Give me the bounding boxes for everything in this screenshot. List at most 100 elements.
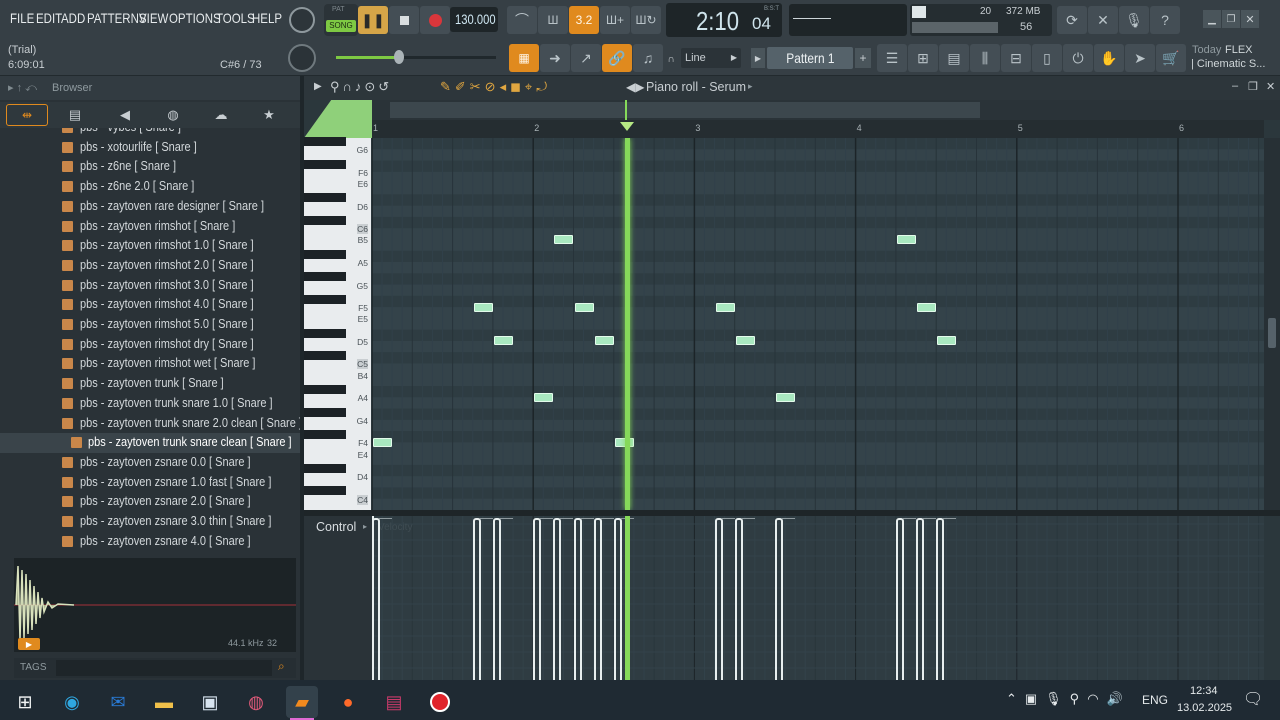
menu-file[interactable]: FILE (10, 10, 34, 26)
black-key[interactable] (304, 463, 346, 473)
velocity-bar[interactable] (372, 516, 374, 680)
velocity-bar[interactable] (472, 518, 481, 680)
browser-item[interactable]: pbs - zaytoven zsnare 4.0 [ Snare ] (0, 532, 300, 552)
velocity-bar[interactable] (593, 518, 602, 680)
slide-tool-button[interactable]: ↗ (571, 44, 601, 72)
velocity-bar[interactable] (895, 518, 904, 680)
firefox-app[interactable]: ● (332, 686, 364, 718)
store-button[interactable]: 🛒 (1156, 44, 1186, 72)
browser-item[interactable]: pbs - zaytoven zsnare 3.0 thin [ Snare ] (0, 512, 300, 532)
undo-history-button[interactable]: ⟳ (1057, 6, 1087, 34)
tempo-display[interactable]: 130.000 (450, 7, 498, 32)
browser-item[interactable]: pbs - zaytoven rimshot 2.0 [ Snare ] (0, 256, 300, 276)
note[interactable] (534, 392, 554, 402)
browser-item[interactable]: pbs - zaytoven rimshot 3.0 [ Snare ] (0, 276, 300, 296)
piano-roll-window-button[interactable]: ▤ (939, 44, 969, 72)
browser-item[interactable]: pbs - zaytoven rimshot dry [ Snare ] (0, 335, 300, 355)
velocity-bar[interactable] (613, 518, 622, 680)
notification-icon[interactable]: 🗨 (1243, 689, 1263, 709)
master-volume-knob[interactable] (289, 7, 315, 33)
control-label[interactable]: Control (316, 520, 356, 534)
menu-edit[interactable]: EDIT (36, 10, 62, 26)
playhead-marker-icon[interactable] (619, 122, 634, 131)
menu-options[interactable]: OPTIONS (169, 10, 221, 26)
tray-icons[interactable]: ⌃▣🎙⚲◠🔊 (1006, 691, 1131, 707)
velocity-bar[interactable] (734, 518, 743, 680)
master-volume-slider[interactable] (336, 50, 496, 64)
browser-item[interactable]: pbs - zaytoven rimshot wet [ Snare ] (0, 354, 300, 374)
browser-item[interactable]: pbs - z6ne [ Snare ] (0, 157, 300, 177)
black-key[interactable] (304, 486, 346, 496)
browser-nav-icon[interactable]: ▸ ↑ ⤺ (8, 81, 37, 95)
vertical-scrollbar[interactable] (1264, 138, 1280, 510)
countdown-button[interactable]: 3.2 (569, 6, 599, 34)
black-key[interactable] (304, 430, 346, 440)
browser-button[interactable]: ⊟ (1001, 44, 1031, 72)
all-tab[interactable]: ⇹ (6, 104, 48, 126)
black-key[interactable] (304, 385, 346, 394)
velocity-bar[interactable] (533, 518, 542, 680)
stamp-button[interactable]: ♫ (633, 44, 663, 72)
time-ruler[interactable]: 1 2 3 4 5 6 (372, 120, 1264, 138)
browser-item[interactable]: pbs - zaytoven zsnare 0.0 [ Snare ] (0, 453, 300, 473)
clock-time[interactable]: 12:34 (1190, 685, 1218, 697)
browser-item[interactable]: pbs - xotourlife [ Snare ] (0, 138, 300, 158)
fl-studio-app[interactable]: ▰ (286, 686, 318, 718)
browser-item[interactable]: pbs - zaytoven trunk snare clean [ Snare… (0, 433, 300, 453)
black-key[interactable] (304, 272, 346, 282)
note[interactable] (373, 437, 392, 447)
loop-record-button[interactable]: Ш↻ (631, 6, 661, 34)
browser-item[interactable]: pbs - vybes [ Snare ] (0, 128, 300, 138)
minimize-button[interactable]: ▁ (1203, 10, 1221, 28)
note[interactable] (735, 336, 755, 346)
piano-keyboard[interactable]: G6 F6 E6 D6 C6 B5 A5 G5 F5 E5 D5 C5 B4 A4 G4 F4 E4 D4 C4 (304, 137, 371, 510)
tool-icons[interactable]: ⚲∩♪⊙↺ (330, 79, 392, 95)
record-button[interactable] (420, 6, 450, 34)
outlook-app[interactable]: ✉ (102, 686, 134, 718)
render-button[interactable]: ➤ (1125, 44, 1155, 72)
black-key[interactable] (304, 215, 346, 225)
velocity-bar[interactable] (553, 518, 562, 680)
menu-tools[interactable]: TOOLS (216, 10, 255, 26)
pr-maximize-icon[interactable]: ❐ (1248, 80, 1258, 93)
velocity-bar[interactable] (714, 518, 723, 680)
sample-preview[interactable]: ▶ 44.1 kHz 32 (14, 558, 296, 652)
velocity-bar[interactable] (775, 518, 783, 680)
browser-item[interactable]: pbs - zaytoven rimshot 1.0 [ Snare ] (0, 236, 300, 256)
maximize-button[interactable]: ❐ (1222, 10, 1240, 28)
tags-input[interactable] (56, 660, 272, 676)
browser-item[interactable]: pbs - zaytoven trunk [ Snare ] (0, 374, 300, 394)
store-app[interactable]: ▣ (194, 686, 226, 718)
wait-input-button[interactable]: Ш (538, 6, 568, 34)
mic-button[interactable]: 🎙 (1119, 6, 1149, 34)
note[interactable] (574, 302, 594, 312)
files-tab[interactable]: ▤ (64, 104, 86, 126)
velocity-lane[interactable]: Velocity (372, 516, 1264, 680)
magnet-icon[interactable]: ∩ (664, 52, 678, 66)
preview-play-button[interactable]: ▶ (18, 638, 40, 650)
browser-item[interactable]: pbs - zaytoven rimshot 5.0 [ Snare ] (0, 315, 300, 335)
metronome-button[interactable]: ⌒ (507, 6, 537, 34)
cloud-tab[interactable]: ☁ (210, 104, 232, 126)
winrar-app[interactable]: ▤ (378, 686, 410, 718)
favorites-tab[interactable]: ★ (258, 104, 280, 126)
arrow-tool-button[interactable]: ➜ (540, 44, 570, 72)
pat-song-toggle[interactable]: PAT SONG (324, 4, 358, 36)
play-pause-button[interactable]: ❚❚ (358, 6, 388, 34)
draw-tools-icons[interactable]: ✎✐✂⊘◂◼⌖⤾ (440, 79, 551, 95)
browser-item[interactable]: pbs - z6ne 2.0 [ Snare ] (0, 177, 300, 197)
black-key[interactable] (304, 407, 346, 417)
black-key[interactable] (304, 137, 346, 146)
project-button[interactable]: ▯ (1032, 44, 1062, 72)
search-icon[interactable]: ⌕ (278, 659, 285, 674)
mixer-button[interactable]: ⫼ (970, 44, 1000, 72)
touch-keyboard-button[interactable]: ✋ (1094, 44, 1124, 72)
help-button[interactable]: ? (1150, 6, 1180, 34)
clock-date[interactable]: 13.02.2025 (1177, 702, 1232, 714)
browser-item[interactable]: pbs - zaytoven trunk snare 1.0 [ Snare ] (0, 394, 300, 414)
black-key[interactable] (304, 159, 346, 169)
scroll-overview[interactable] (372, 100, 1280, 120)
note[interactable] (937, 336, 957, 346)
menu-patterns[interactable]: PATTERNS (87, 10, 147, 26)
pr-minimize-icon[interactable]: – (1232, 80, 1238, 92)
